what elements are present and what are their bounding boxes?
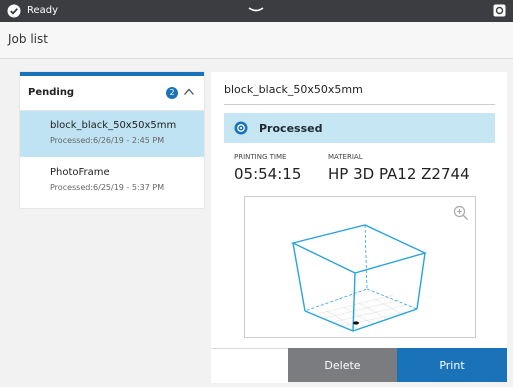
job-processed-date: Processed:6/26/19 - 2:45 PM	[50, 136, 165, 145]
action-bar-spacer	[211, 348, 288, 383]
display-icon[interactable]	[493, 4, 506, 17]
print-button[interactable]: Print	[397, 348, 507, 382]
status-banner-text: Processed	[259, 122, 323, 135]
printing-time-label: PRINTING TIME	[234, 153, 287, 161]
status-text: Ready	[27, 5, 59, 16]
job-list-item[interactable]: PhotoFrame Processed:6/25/19 - 5:37 PM	[20, 158, 204, 204]
job-detail-title: block_black_50x50x5mm	[224, 83, 363, 96]
material-value: HP 3D PA12 Z2744	[328, 165, 470, 183]
job-processed-date: Processed:6/25/19 - 5:37 PM	[50, 183, 165, 192]
check-circle-icon	[7, 4, 21, 18]
count-badge: 2	[166, 87, 178, 99]
processed-icon	[234, 121, 248, 135]
job-list-panel: Pending 2 block_black_50x50x5mm Processe…	[20, 72, 204, 208]
delete-button[interactable]: Delete	[288, 348, 397, 382]
job-detail-panel: block_black_50x50x5mm Processed PRINTING…	[211, 72, 507, 383]
pending-group-header[interactable]: Pending 2	[20, 76, 204, 111]
model-3d-view	[290, 224, 427, 332]
status-bar: Ready	[0, 0, 513, 22]
divider	[224, 104, 495, 105]
job-name: block_black_50x50x5mm	[50, 120, 177, 131]
pull-down-handle-icon[interactable]	[247, 5, 265, 15]
chevron-up-icon[interactable]	[183, 86, 195, 98]
job-list-item[interactable]: block_black_50x50x5mm Processed:6/26/19 …	[20, 111, 204, 157]
page-header: Job list	[0, 22, 513, 59]
status-banner: Processed	[224, 113, 495, 143]
job-name: PhotoFrame	[50, 167, 110, 178]
zoom-in-icon[interactable]	[453, 205, 469, 221]
page-title: Job list	[8, 32, 48, 46]
model-preview[interactable]	[244, 196, 476, 338]
material-label: MATERIAL	[328, 153, 363, 161]
pending-group-label: Pending	[28, 87, 75, 98]
printing-time-value: 05:54:15	[234, 165, 302, 183]
action-bar: Delete Print	[211, 348, 507, 383]
